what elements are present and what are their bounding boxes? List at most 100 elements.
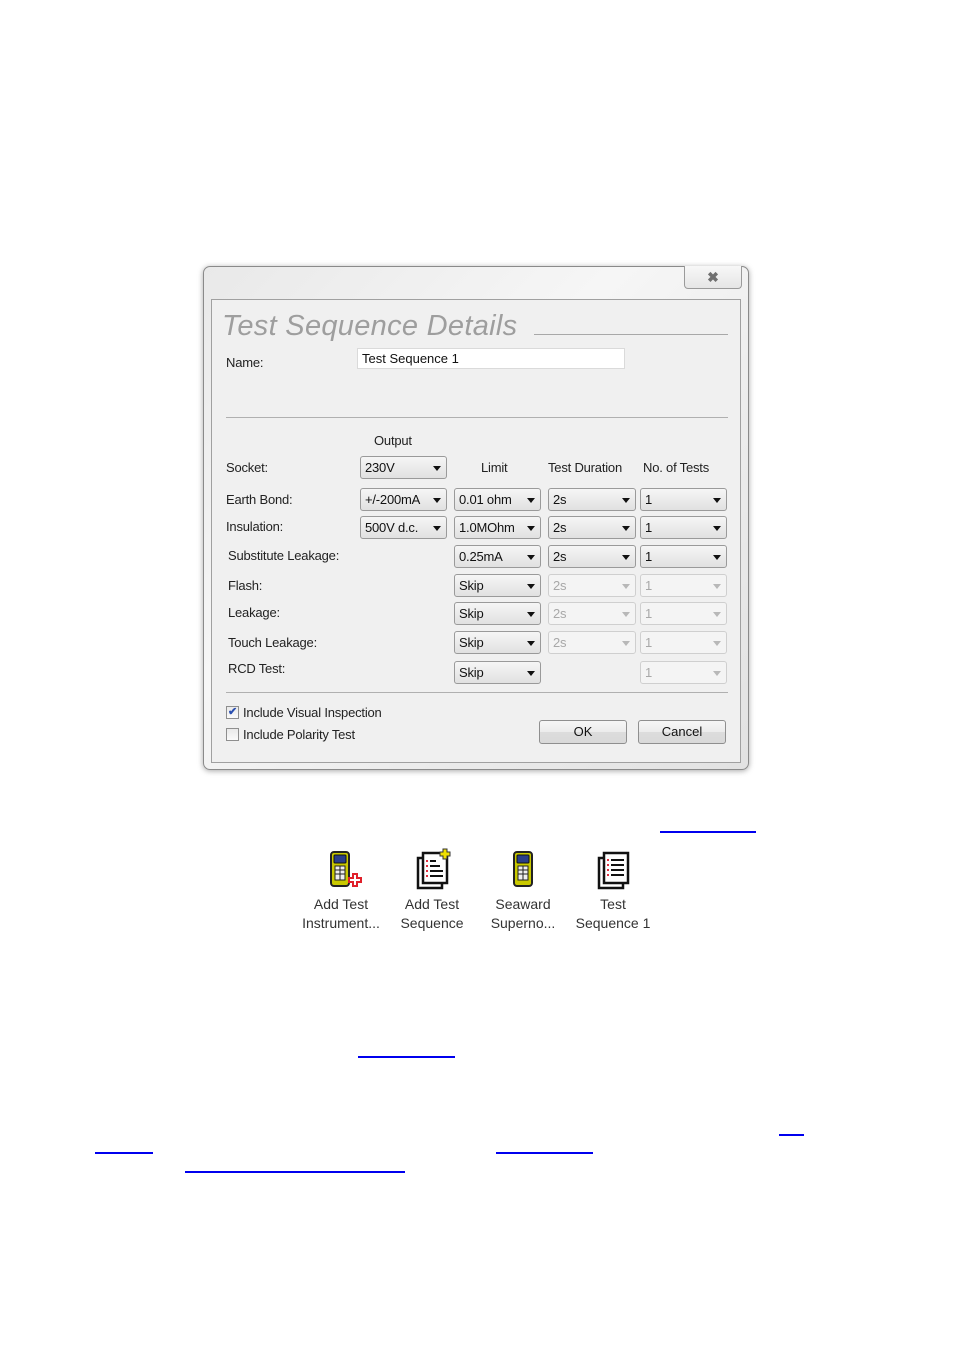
include-visual-inspection-checkbox[interactable]: ✔ Include Visual Inspection	[226, 705, 382, 720]
add-test-instrument-item[interactable]: Add Test Instrument...	[296, 848, 386, 933]
select-value: Skip	[459, 578, 484, 593]
dialog-body: Test Sequence Details Name: Output Limit…	[211, 299, 741, 763]
include-polarity-test-checkbox[interactable]: Include Polarity Test	[226, 727, 355, 742]
divider	[226, 692, 728, 693]
flash-limit-select[interactable]: Skip	[454, 574, 541, 597]
row-label-leakage: Leakage:	[228, 605, 280, 620]
link-underline	[358, 1056, 455, 1058]
dropdown-arrow-icon	[622, 584, 630, 589]
icon-caption: Add Test Instrument...	[302, 896, 380, 931]
select-value: Skip	[459, 606, 484, 621]
ok-button[interactable]: OK	[539, 720, 627, 744]
dropdown-arrow-icon	[622, 612, 630, 617]
link[interactable]	[185, 1157, 405, 1175]
checkbox-unchecked-icon[interactable]	[226, 728, 239, 741]
dropdown-arrow-icon	[527, 498, 535, 503]
earth-bond-output-select[interactable]: +/-200mA	[360, 488, 447, 511]
row-label-rcd-test: RCD Test:	[228, 661, 286, 676]
dropdown-arrow-icon	[433, 466, 441, 471]
earth-bond-duration-select[interactable]: 2s	[548, 488, 636, 511]
select-value: 1	[645, 549, 653, 564]
checkbox-label: Include Polarity Test	[243, 727, 355, 742]
insulation-count-select[interactable]: 1	[640, 516, 727, 539]
dropdown-arrow-icon	[713, 526, 721, 531]
icon-caption: Seaward Superno...	[490, 896, 556, 931]
checkbox-checked-icon[interactable]: ✔	[226, 706, 239, 719]
dropdown-arrow-icon	[713, 671, 721, 676]
dropdown-arrow-icon	[527, 584, 535, 589]
leakage-limit-select[interactable]: Skip	[454, 602, 541, 625]
dropdown-arrow-icon	[622, 498, 630, 503]
select-value: 2s	[553, 578, 567, 593]
select-value: Skip	[459, 635, 484, 650]
select-value: +/-200mA	[365, 492, 421, 507]
test-sequence-1-item[interactable]: Test Sequence 1	[568, 848, 658, 933]
select-value: 500V d.c.	[365, 520, 419, 535]
dropdown-arrow-icon	[713, 584, 721, 589]
earth-bond-count-select[interactable]: 1	[640, 488, 727, 511]
socket-output-select[interactable]: 230V	[360, 456, 447, 479]
select-value: 2s	[553, 635, 567, 650]
dropdown-arrow-icon	[622, 526, 630, 531]
link-underline	[496, 1152, 593, 1154]
test-instrument-icon	[478, 848, 568, 892]
icon-caption: Add Test Sequence	[400, 896, 464, 931]
select-value: 0.01 ohm	[459, 492, 512, 507]
column-header-output: Output	[374, 433, 412, 448]
substitute-leakage-count-select[interactable]: 1	[640, 545, 727, 568]
rcd-test-count-select: 1	[640, 661, 727, 684]
dropdown-arrow-icon	[527, 555, 535, 560]
link[interactable]	[496, 1138, 593, 1156]
column-header-limit: Limit	[481, 460, 508, 475]
select-value: Skip	[459, 665, 484, 680]
flash-duration-select: 2s	[548, 574, 636, 597]
insulation-limit-select[interactable]: 1.0MOhm	[454, 516, 541, 539]
close-x-icon: ✖	[707, 268, 719, 285]
substitute-leakage-duration-select[interactable]: 2s	[548, 545, 636, 568]
row-label-socket: Socket:	[226, 460, 268, 475]
dropdown-arrow-icon	[713, 612, 721, 617]
sequence-document-icon	[568, 848, 658, 892]
dialog-title: Test Sequence Details	[222, 310, 518, 342]
select-value: 2s	[553, 492, 567, 507]
dropdown-arrow-icon	[713, 641, 721, 646]
dropdown-arrow-icon	[527, 612, 535, 617]
leakage-count-select: 1	[640, 602, 727, 625]
select-value: 2s	[553, 606, 567, 621]
earth-bond-limit-select[interactable]: 0.01 ohm	[454, 488, 541, 511]
link[interactable]	[660, 815, 756, 833]
insulation-output-select[interactable]: 500V d.c.	[360, 516, 447, 539]
link[interactable]	[779, 1120, 804, 1138]
row-label-flash: Flash:	[228, 578, 263, 593]
icon-caption: Test Sequence 1	[575, 896, 651, 931]
link-underline	[95, 1152, 153, 1154]
dropdown-arrow-icon	[527, 526, 535, 531]
row-label-earth-bond: Earth Bond:	[226, 492, 293, 507]
cancel-button[interactable]: Cancel	[638, 720, 726, 744]
close-button[interactable]: ✖	[684, 266, 742, 289]
seaward-supernova-item[interactable]: Seaward Superno...	[478, 848, 568, 933]
link[interactable]	[358, 1041, 455, 1059]
title-divider	[534, 334, 728, 335]
insulation-duration-select[interactable]: 2s	[548, 516, 636, 539]
touch-leakage-count-select: 1	[640, 631, 727, 654]
select-value: 1	[645, 665, 653, 680]
rcd-test-limit-select[interactable]: Skip	[454, 661, 541, 684]
sequence-add-icon	[387, 848, 477, 892]
test-instrument-add-icon	[296, 848, 386, 892]
select-value: 230V	[365, 460, 395, 475]
touch-leakage-limit-select[interactable]: Skip	[454, 631, 541, 654]
substitute-leakage-limit-select[interactable]: 0.25mA	[454, 545, 541, 568]
add-test-sequence-item[interactable]: Add Test Sequence	[387, 848, 477, 933]
dropdown-arrow-icon	[433, 498, 441, 503]
name-label: Name:	[226, 355, 264, 370]
leakage-duration-select: 2s	[548, 602, 636, 625]
column-header-test-duration: Test Duration	[548, 460, 622, 475]
select-value: 1	[645, 520, 653, 535]
select-value: 1	[645, 492, 653, 507]
dropdown-arrow-icon	[713, 498, 721, 503]
link[interactable]	[95, 1138, 153, 1156]
name-input[interactable]	[357, 348, 625, 369]
checkbox-label: Include Visual Inspection	[243, 705, 382, 720]
row-label-touch-leakage: Touch Leakage:	[228, 635, 317, 650]
